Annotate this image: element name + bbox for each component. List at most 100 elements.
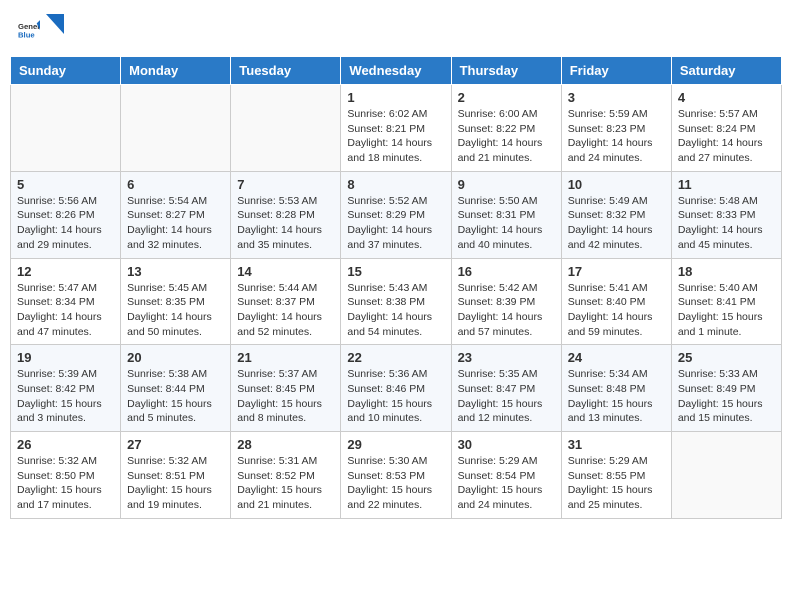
day-number: 7 [237, 177, 334, 192]
day-number: 8 [347, 177, 444, 192]
weekday-header-saturday: Saturday [671, 57, 781, 85]
day-info: Sunrise: 5:53 AM Sunset: 8:28 PM Dayligh… [237, 194, 334, 253]
weekday-header-row: SundayMondayTuesdayWednesdayThursdayFrid… [11, 57, 782, 85]
day-info: Sunrise: 5:42 AM Sunset: 8:39 PM Dayligh… [458, 281, 555, 340]
weekday-header-wednesday: Wednesday [341, 57, 451, 85]
calendar-cell: 14 Sunrise: 5:44 AM Sunset: 8:37 PM Dayli… [231, 258, 341, 345]
weekday-header-tuesday: Tuesday [231, 57, 341, 85]
day-info: Sunrise: 5:52 AM Sunset: 8:29 PM Dayligh… [347, 194, 444, 253]
day-info: Sunrise: 5:32 AM Sunset: 8:50 PM Dayligh… [17, 454, 114, 513]
calendar-cell: 9 Sunrise: 5:50 AM Sunset: 8:31 PM Daylig… [451, 171, 561, 258]
day-info: Sunrise: 5:50 AM Sunset: 8:31 PM Dayligh… [458, 194, 555, 253]
calendar-cell: 5Sunrise: 5:56 AM Sunset: 8:26 PM Daylig… [11, 171, 121, 258]
day-number: 14 [237, 264, 334, 279]
calendar-cell: 25 Sunrise: 5:33 AM Sunset: 8:49 PM Dayli… [671, 345, 781, 432]
calendar-cell: 13Sunrise: 5:45 AM Sunset: 8:35 PM Dayli… [121, 258, 231, 345]
calendar-cell: 15 Sunrise: 5:43 AM Sunset: 8:38 PM Dayli… [341, 258, 451, 345]
calendar-cell [231, 85, 341, 172]
day-number: 15 [347, 264, 444, 279]
day-info: Sunrise: 5:49 AM Sunset: 8:32 PM Dayligh… [568, 194, 665, 253]
logo-arrow-icon [46, 14, 64, 38]
calendar-cell [671, 432, 781, 519]
day-number: 4 [678, 90, 775, 105]
logo: General Blue [18, 14, 64, 46]
calendar-cell: 20 Sunrise: 5:38 AM Sunset: 8:44 PM Dayli… [121, 345, 231, 432]
day-number: 6 [127, 177, 224, 192]
calendar-cell: 12 Sunrise: 5:47 AM Sunset: 8:34 PM Dayli… [11, 258, 121, 345]
day-info: Sunrise: 5:31 AM Sunset: 8:52 PM Dayligh… [237, 454, 334, 513]
calendar-cell: 24 Sunrise: 5:34 AM Sunset: 8:48 PM Dayli… [561, 345, 671, 432]
calendar-cell: 8 Sunrise: 5:52 AM Sunset: 8:29 PM Daylig… [341, 171, 451, 258]
day-number: 30 [458, 437, 555, 452]
day-info: Sunrise: 5:35 AM Sunset: 8:47 PM Dayligh… [458, 367, 555, 426]
day-info: Sunrise: 5:57 AM Sunset: 8:24 PM Dayligh… [678, 107, 775, 166]
calendar-cell: 16 Sunrise: 5:42 AM Sunset: 8:39 PM Dayli… [451, 258, 561, 345]
svg-text:Blue: Blue [18, 31, 35, 40]
calendar-cell: 10 Sunrise: 5:49 AM Sunset: 8:32 PM Dayli… [561, 171, 671, 258]
calendar-cell: 26 Sunrise: 5:32 AM Sunset: 8:50 PM Dayli… [11, 432, 121, 519]
day-number: 5 [17, 177, 114, 192]
weekday-header-friday: Friday [561, 57, 671, 85]
day-number: 13 [127, 264, 224, 279]
day-number: 29 [347, 437, 444, 452]
day-number: 26 [17, 437, 114, 452]
day-info: Sunrise: 5:34 AM Sunset: 8:48 PM Dayligh… [568, 367, 665, 426]
calendar-cell: 27Sunrise: 5:32 AM Sunset: 8:51 PM Dayli… [121, 432, 231, 519]
day-number: 20 [127, 350, 224, 365]
day-number: 27 [127, 437, 224, 452]
day-number: 17 [568, 264, 665, 279]
day-info: Sunrise: 6:00 AM Sunset: 8:22 PM Dayligh… [458, 107, 555, 166]
calendar-cell: 22 Sunrise: 5:36 AM Sunset: 8:46 PM Dayli… [341, 345, 451, 432]
week-row-5: 26 Sunrise: 5:32 AM Sunset: 8:50 PM Dayli… [11, 432, 782, 519]
calendar-cell: 28 Sunrise: 5:31 AM Sunset: 8:52 PM Dayli… [231, 432, 341, 519]
day-number: 25 [678, 350, 775, 365]
day-info: Sunrise: 5:37 AM Sunset: 8:45 PM Dayligh… [237, 367, 334, 426]
calendar-cell: 19Sunrise: 5:39 AM Sunset: 8:42 PM Dayli… [11, 345, 121, 432]
day-number: 22 [347, 350, 444, 365]
day-number: 2 [458, 90, 555, 105]
calendar-cell: 4 Sunrise: 5:57 AM Sunset: 8:24 PM Daylig… [671, 85, 781, 172]
day-number: 10 [568, 177, 665, 192]
day-info: Sunrise: 5:47 AM Sunset: 8:34 PM Dayligh… [17, 281, 114, 340]
day-info: Sunrise: 5:40 AM Sunset: 8:41 PM Dayligh… [678, 281, 775, 340]
day-info: Sunrise: 5:43 AM Sunset: 8:38 PM Dayligh… [347, 281, 444, 340]
day-info: Sunrise: 5:54 AM Sunset: 8:27 PM Dayligh… [127, 194, 224, 253]
calendar-table: SundayMondayTuesdayWednesdayThursdayFrid… [10, 56, 782, 519]
week-row-1: 1 Sunrise: 6:02 AM Sunset: 8:21 PM Daylig… [11, 85, 782, 172]
day-number: 3 [568, 90, 665, 105]
calendar-cell: 21 Sunrise: 5:37 AM Sunset: 8:45 PM Dayli… [231, 345, 341, 432]
day-info: Sunrise: 5:48 AM Sunset: 8:33 PM Dayligh… [678, 194, 775, 253]
day-info: Sunrise: 5:44 AM Sunset: 8:37 PM Dayligh… [237, 281, 334, 340]
calendar-cell: 23 Sunrise: 5:35 AM Sunset: 8:47 PM Dayli… [451, 345, 561, 432]
day-info: Sunrise: 5:59 AM Sunset: 8:23 PM Dayligh… [568, 107, 665, 166]
day-number: 21 [237, 350, 334, 365]
day-number: 9 [458, 177, 555, 192]
day-info: Sunrise: 5:36 AM Sunset: 8:46 PM Dayligh… [347, 367, 444, 426]
day-number: 28 [237, 437, 334, 452]
weekday-header-thursday: Thursday [451, 57, 561, 85]
day-number: 16 [458, 264, 555, 279]
day-number: 19 [17, 350, 114, 365]
day-info: Sunrise: 5:29 AM Sunset: 8:54 PM Dayligh… [458, 454, 555, 513]
calendar-cell: 3 Sunrise: 5:59 AM Sunset: 8:23 PM Daylig… [561, 85, 671, 172]
day-number: 1 [347, 90, 444, 105]
day-info: Sunrise: 5:38 AM Sunset: 8:44 PM Dayligh… [127, 367, 224, 426]
day-info: Sunrise: 5:33 AM Sunset: 8:49 PM Dayligh… [678, 367, 775, 426]
week-row-4: 19Sunrise: 5:39 AM Sunset: 8:42 PM Dayli… [11, 345, 782, 432]
day-number: 11 [678, 177, 775, 192]
calendar-cell: 7 Sunrise: 5:53 AM Sunset: 8:28 PM Daylig… [231, 171, 341, 258]
day-number: 31 [568, 437, 665, 452]
calendar-cell: 30 Sunrise: 5:29 AM Sunset: 8:54 PM Dayli… [451, 432, 561, 519]
logo-icon: General Blue [18, 19, 40, 41]
day-number: 24 [568, 350, 665, 365]
day-info: Sunrise: 6:02 AM Sunset: 8:21 PM Dayligh… [347, 107, 444, 166]
weekday-header-monday: Monday [121, 57, 231, 85]
svg-text:General: General [18, 22, 40, 31]
page-header: General Blue [10, 10, 782, 50]
calendar-cell: 17Sunrise: 5:41 AM Sunset: 8:40 PM Dayli… [561, 258, 671, 345]
calendar-cell: 2 Sunrise: 6:00 AM Sunset: 8:22 PM Daylig… [451, 85, 561, 172]
day-number: 23 [458, 350, 555, 365]
calendar-cell: 31Sunrise: 5:29 AM Sunset: 8:55 PM Dayli… [561, 432, 671, 519]
week-row-2: 5Sunrise: 5:56 AM Sunset: 8:26 PM Daylig… [11, 171, 782, 258]
day-number: 12 [17, 264, 114, 279]
